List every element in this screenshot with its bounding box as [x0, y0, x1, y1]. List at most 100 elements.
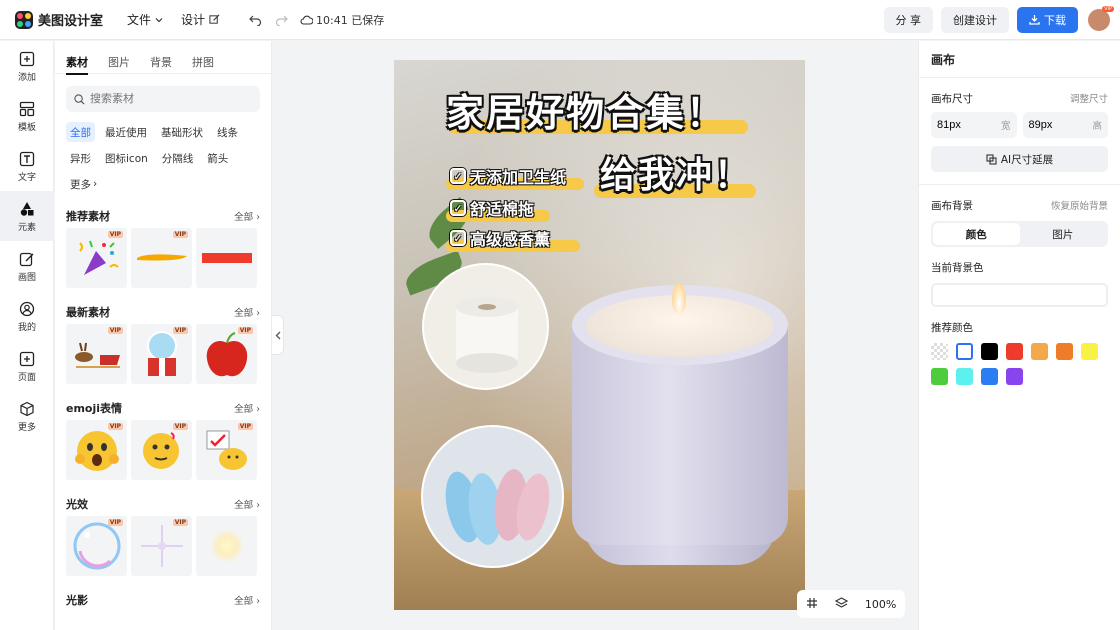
- asset-party-popper[interactable]: VIP: [66, 228, 127, 288]
- see-all-label: 全部: [234, 500, 254, 511]
- poster-bullet[interactable]: ✓ 高级感香薰: [450, 226, 550, 250]
- rail-label: 页面: [17, 372, 36, 383]
- rail-item-add[interactable]: 添加: [0, 41, 54, 91]
- section-title: 推荐素材: [66, 210, 110, 223]
- asset-emoji-shocked[interactable]: VIP: [66, 420, 127, 480]
- share-button-label: 分 享: [895, 13, 922, 27]
- tab-backgrounds[interactable]: 背景: [150, 54, 172, 74]
- candle-image[interactable]: [572, 283, 788, 575]
- swatch-purple[interactable]: [1006, 368, 1023, 385]
- rail-item-template[interactable]: 模板: [0, 91, 54, 141]
- bg-type-color[interactable]: 颜色: [933, 223, 1020, 245]
- red-bar-shape: [201, 253, 252, 263]
- width-input[interactable]: [937, 119, 987, 131]
- swatch-light-orange[interactable]: [1031, 343, 1048, 360]
- poster-title[interactable]: 家居好物合集！: [446, 82, 726, 137]
- create-design-button[interactable]: 创建设计: [941, 6, 1009, 33]
- asset-reindeer-sleigh[interactable]: VIP: [66, 324, 127, 384]
- chip-irregular[interactable]: 异形: [66, 148, 95, 168]
- section-light-shadow: 光影 全部 ›: [55, 588, 271, 612]
- tab-materials[interactable]: 素材: [66, 54, 88, 75]
- app-logo[interactable]: 美图设计室: [15, 10, 103, 29]
- asset-sparkle[interactable]: VIP: [131, 516, 192, 576]
- chip-icons[interactable]: 图标icon: [101, 148, 152, 168]
- rail-item-more[interactable]: 更多: [0, 391, 54, 441]
- width-field: 宽: [931, 112, 1017, 138]
- see-all-link[interactable]: 全部 ›: [234, 209, 260, 223]
- candle-flame: [672, 283, 686, 313]
- brush-stroke-icon: [136, 254, 187, 261]
- asset-emoji-thinking[interactable]: VIP: [131, 420, 192, 480]
- design-menu-label: 设计: [181, 13, 206, 27]
- chip-basic-shapes[interactable]: 基础形状: [157, 122, 207, 142]
- zoom-level[interactable]: 100%: [865, 598, 896, 611]
- chip-dividers[interactable]: 分隔线: [158, 148, 198, 168]
- undo-button[interactable]: [242, 7, 268, 33]
- asset-glow[interactable]: [196, 516, 257, 576]
- see-all-link[interactable]: 全部 ›: [234, 401, 260, 415]
- collapse-panel-button[interactable]: [272, 315, 284, 355]
- swatch-white[interactable]: [956, 343, 973, 360]
- swatch-blue[interactable]: [981, 368, 998, 385]
- chip-more[interactable]: 更多 ›: [66, 174, 101, 194]
- asset-yellow-brush[interactable]: VIP: [131, 228, 192, 288]
- vip-badge: VIP: [172, 231, 188, 238]
- file-menu[interactable]: 文件: [127, 11, 163, 28]
- slippers-image[interactable]: [421, 425, 564, 568]
- rail-item-text[interactable]: 文字: [0, 141, 54, 191]
- chip-all[interactable]: 全部: [66, 122, 95, 142]
- asset-bubble[interactable]: VIP: [66, 516, 127, 576]
- height-unit-label: 高: [1092, 121, 1102, 132]
- toilet-paper-image[interactable]: [422, 263, 549, 390]
- swatch-transparent[interactable]: [931, 343, 948, 360]
- search-input[interactable]: [90, 93, 250, 105]
- swatch-yellow[interactable]: [1081, 343, 1098, 360]
- sparkle-icon: [140, 525, 183, 567]
- asset-apple[interactable]: VIP: [196, 324, 257, 384]
- swatch-orange[interactable]: [1056, 343, 1073, 360]
- share-button[interactable]: 分 享: [883, 6, 933, 33]
- vip-badge: VIP: [107, 423, 123, 430]
- grid-button[interactable]: [806, 597, 818, 612]
- bg-type-image[interactable]: 图片: [1020, 223, 1107, 245]
- download-button[interactable]: 下载: [1017, 6, 1078, 33]
- poster-bullet[interactable]: ✓ 舒适棉拖: [450, 196, 534, 220]
- asset-red-bar[interactable]: [196, 228, 257, 288]
- design-menu[interactable]: 设计: [181, 11, 220, 28]
- swatch-cyan[interactable]: [956, 368, 973, 385]
- adjust-size-link[interactable]: 调整尺寸: [1070, 91, 1108, 105]
- chip-arrows[interactable]: 箭头: [203, 148, 232, 168]
- section-title: emoji表情: [66, 402, 123, 415]
- rail-item-mine[interactable]: 我的: [0, 291, 54, 341]
- asset-emoji-chick[interactable]: VIP: [196, 420, 257, 480]
- swatch-red[interactable]: [1006, 343, 1023, 360]
- chip-lines[interactable]: 线条: [213, 122, 242, 142]
- height-input[interactable]: [1028, 119, 1079, 131]
- chip-recent[interactable]: 最近使用: [101, 122, 151, 142]
- rail-item-draw[interactable]: 画图: [0, 241, 54, 291]
- ai-size-extend-button[interactable]: AI尺寸延展: [931, 146, 1108, 172]
- swatch-black[interactable]: [981, 343, 998, 360]
- rail-item-elements[interactable]: 元素: [0, 191, 54, 241]
- save-status-text: 10:41 已保存: [316, 13, 385, 27]
- asset-snow-globe-gift[interactable]: VIP: [131, 324, 192, 384]
- swatch-green[interactable]: [931, 368, 948, 385]
- see-all-link[interactable]: 全部 ›: [234, 305, 260, 319]
- poster-bullet[interactable]: ✓ 无添加卫生纸: [450, 164, 566, 188]
- tab-images[interactable]: 图片: [108, 54, 130, 74]
- logo-mark-icon: [15, 10, 33, 29]
- see-all-link[interactable]: 全部 ›: [234, 497, 260, 511]
- avatar[interactable]: VIP: [1088, 5, 1114, 31]
- poster-bullet-text: 舒适棉拖: [470, 200, 535, 219]
- see-all-link[interactable]: 全部 ›: [234, 593, 260, 607]
- redo-button[interactable]: [268, 7, 294, 33]
- rail-item-page[interactable]: 页面: [0, 341, 54, 391]
- layers-button[interactable]: [834, 596, 848, 612]
- restore-bg-link[interactable]: 恢复原始背景: [1051, 198, 1108, 212]
- poster-subtitle[interactable]: 给我冲！: [600, 146, 752, 198]
- search-box: [66, 86, 260, 112]
- tab-collage[interactable]: 拼图: [192, 54, 214, 74]
- current-color-swatch[interactable]: [931, 283, 1108, 307]
- draw-icon: [18, 250, 36, 268]
- design-canvas[interactable]: 家居好物合集！ 给我冲！ ✓ 无添加卫生纸 ✓ 舒适棉拖 ✓ 高级感香薰: [394, 60, 805, 610]
